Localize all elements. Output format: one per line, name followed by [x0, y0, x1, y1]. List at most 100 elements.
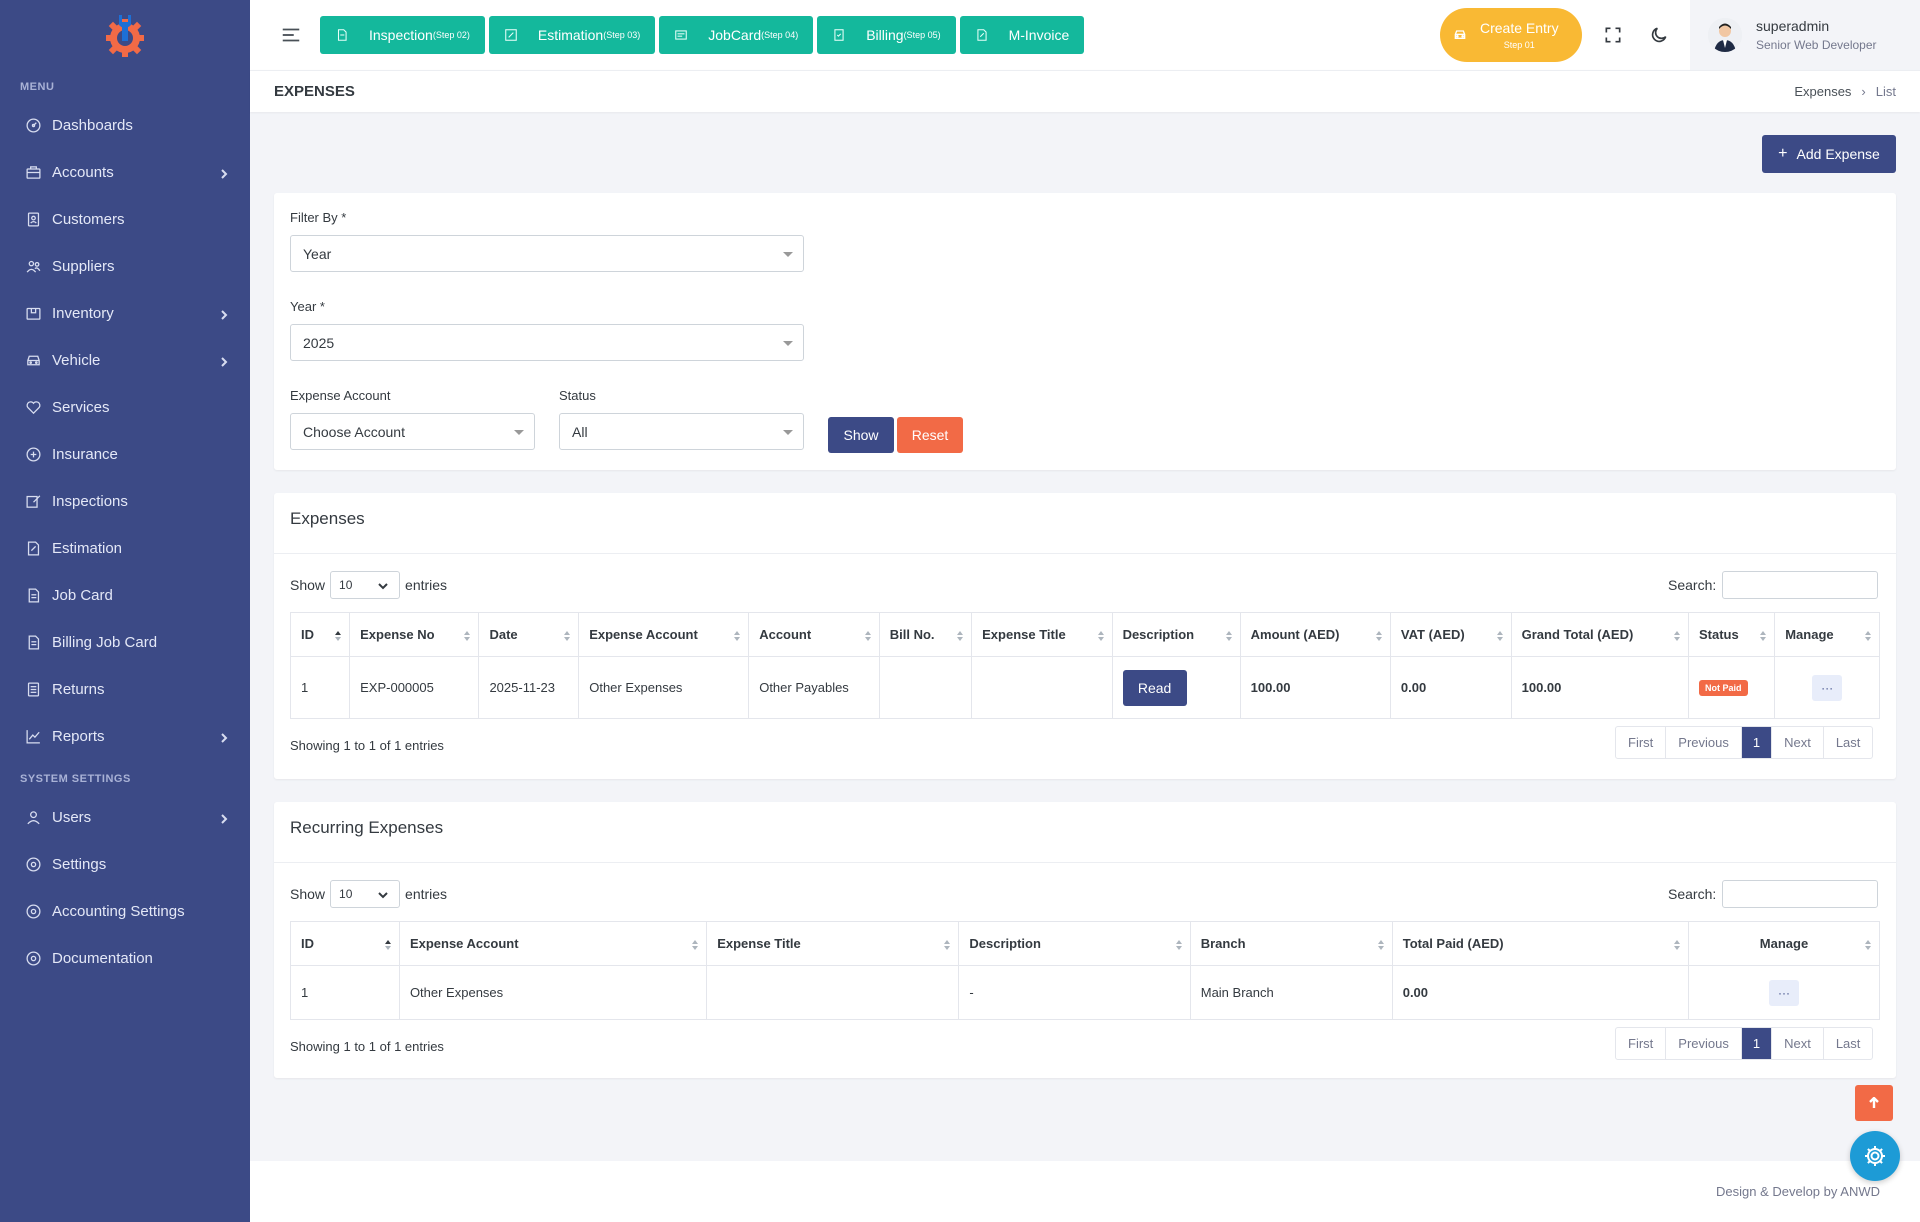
status-select[interactable]: All	[559, 413, 804, 450]
pagination-first[interactable]: First	[1616, 727, 1667, 758]
settings-icon	[24, 950, 42, 968]
sort-icon	[692, 940, 699, 950]
sidebar-item-estimation[interactable]: Estimation	[0, 525, 250, 572]
sidebar-item-label: Reports	[52, 728, 105, 745]
step-button-m-invoice[interactable]: M-Invoice	[959, 16, 1085, 54]
sidebar-item-vehicle[interactable]: Vehicle	[0, 337, 250, 384]
column-header[interactable]: Manage	[1687, 921, 1881, 966]
column-header[interactable]: Account	[748, 612, 880, 657]
pagination-first[interactable]: First	[1616, 1028, 1667, 1059]
table-cell: Main Branch	[1189, 965, 1393, 1020]
column-header[interactable]: Total Paid (AED)	[1391, 921, 1689, 966]
sidebar-item-dashboards[interactable]: Dashboards	[0, 102, 250, 149]
chevron-right-icon	[218, 812, 230, 824]
expenses-search-input[interactable]	[1722, 571, 1879, 599]
column-header[interactable]: Expense Account	[398, 921, 708, 966]
sidebar-item-services[interactable]: Services	[0, 384, 250, 431]
column-header[interactable]: Expense Account	[578, 612, 750, 657]
step-button-billing[interactable]: Billing (Step 05)	[817, 16, 956, 54]
sidebar-item-settings[interactable]: Settings	[0, 841, 250, 888]
column-header[interactable]: ID	[290, 921, 400, 966]
show-button[interactable]: Show	[828, 417, 894, 453]
users-group-icon	[24, 258, 42, 276]
user-menu[interactable]: superadmin Senior Web Developer	[1690, 0, 1920, 70]
step-button-estimation[interactable]: Estimation (Step 03)	[488, 16, 656, 54]
column-header[interactable]: Description	[1111, 612, 1241, 657]
expense-account-select[interactable]: Choose Account	[290, 413, 535, 450]
column-header[interactable]: ID	[289, 612, 351, 657]
column-header[interactable]: Status	[1687, 612, 1776, 657]
filter-by-select[interactable]: Year	[290, 235, 804, 272]
pagination-previous[interactable]: Previous	[1666, 727, 1742, 758]
table-cell	[878, 656, 973, 719]
sidebar-item-insurance[interactable]: Insurance	[0, 431, 250, 478]
column-header[interactable]: Date	[478, 612, 580, 657]
column-header[interactable]: Expense No	[349, 612, 480, 657]
read-description-button[interactable]: Read	[1122, 669, 1187, 706]
year-select[interactable]: 2025	[290, 324, 804, 361]
column-header[interactable]: Bill No.	[878, 612, 973, 657]
more-actions-icon[interactable]: ···	[1768, 979, 1799, 1006]
sidebar-item-accounts[interactable]: Accounts	[0, 149, 250, 196]
sidebar-item-accounting-settings[interactable]: Accounting Settings	[0, 888, 250, 935]
fullscreen-button[interactable]	[1598, 20, 1628, 50]
recurring-page-size-select[interactable]: 10	[330, 880, 401, 908]
recurring-search: Search:	[1668, 880, 1879, 908]
pagination-last[interactable]: Last	[1824, 727, 1873, 758]
sidebar-item-reports[interactable]: Reports	[0, 713, 250, 760]
create-entry-button[interactable]: Create Entry Step 01	[1440, 8, 1582, 62]
recurring-search-input[interactable]	[1722, 880, 1879, 908]
sidebar-item-label: Dashboards	[52, 117, 133, 134]
sidebar-item-users[interactable]: Users	[0, 794, 250, 841]
app-logo[interactable]	[0, 0, 250, 72]
sidebar-item-documentation[interactable]: Documentation	[0, 935, 250, 982]
sidebar-item-inspections[interactable]: Inspections	[0, 478, 250, 525]
sidebar-item-suppliers[interactable]: Suppliers	[0, 243, 250, 290]
table-cell	[706, 965, 960, 1020]
sidebar-item-customers[interactable]: Customers	[0, 196, 250, 243]
column-header[interactable]: Description	[958, 921, 1191, 966]
expenses-page-size-select[interactable]: 10	[330, 571, 401, 599]
column-header[interactable]: Amount (AED)	[1239, 612, 1391, 657]
column-header[interactable]: Manage	[1774, 612, 1880, 657]
table-row: 1 Other Expenses - Main Branch 0.00 ···	[290, 965, 1881, 1020]
step-button-inspection[interactable]: Inspection (Step 02)	[320, 16, 485, 54]
pagination-next[interactable]: Next	[1772, 1028, 1824, 1059]
column-header[interactable]: Expense Title	[706, 921, 960, 966]
sidebar-item-label: Returns	[52, 681, 105, 698]
add-expense-button[interactable]: + Add Expense	[1762, 135, 1896, 173]
sidebar-item-label: Billing Job Card	[52, 634, 158, 651]
column-header[interactable]: Grand Total (AED)	[1510, 612, 1690, 657]
dark-mode-toggle[interactable]	[1644, 20, 1674, 50]
column-header[interactable]: Branch	[1189, 921, 1393, 966]
sidebar-item-label: Documentation	[52, 950, 153, 967]
year-label: Year *	[290, 299, 325, 314]
menu-toggle-button[interactable]	[276, 20, 306, 50]
expenses-pagination: First Previous 1 Next Last	[1615, 726, 1874, 759]
sidebar-item-billing-job-card[interactable]: Billing Job Card	[0, 619, 250, 666]
column-header[interactable]: VAT (AED)	[1389, 612, 1512, 657]
table-row: 1 EXP-000005 2025-11-23 Other Expenses Other…	[289, 656, 1880, 719]
pagination-1[interactable]: 1	[1741, 727, 1773, 758]
sidebar-item-returns[interactable]: Returns	[0, 666, 250, 713]
sidebar-item-inventory[interactable]: Inventory	[0, 290, 250, 337]
table-cell: 1	[289, 656, 351, 719]
pagination-last[interactable]: Last	[1824, 1028, 1873, 1059]
document-icon	[976, 29, 987, 41]
pagination-1[interactable]: 1	[1741, 1028, 1773, 1059]
step-button-jobcard[interactable]: JobCard (Step 04)	[659, 16, 814, 54]
pagination-previous[interactable]: Previous	[1666, 1028, 1742, 1059]
sidebar-item-label: Vehicle	[52, 352, 101, 369]
column-header[interactable]: Expense Title	[971, 612, 1113, 657]
table-cell: Read	[1111, 656, 1241, 719]
reset-button[interactable]: Reset	[897, 417, 963, 453]
box-icon	[24, 305, 42, 323]
footer: Design & Develop by ANWD	[250, 1161, 1920, 1222]
scroll-to-top-button[interactable]	[1855, 1085, 1893, 1121]
pagination-next[interactable]: Next	[1772, 727, 1824, 758]
step-label: Estimation	[537, 27, 604, 43]
breadcrumb-link-expenses[interactable]: Expenses	[1794, 84, 1851, 99]
sidebar-item-job-card[interactable]: Job Card	[0, 572, 250, 619]
settings-fab-button[interactable]	[1850, 1131, 1900, 1181]
more-actions-icon[interactable]: ···	[1812, 674, 1843, 701]
